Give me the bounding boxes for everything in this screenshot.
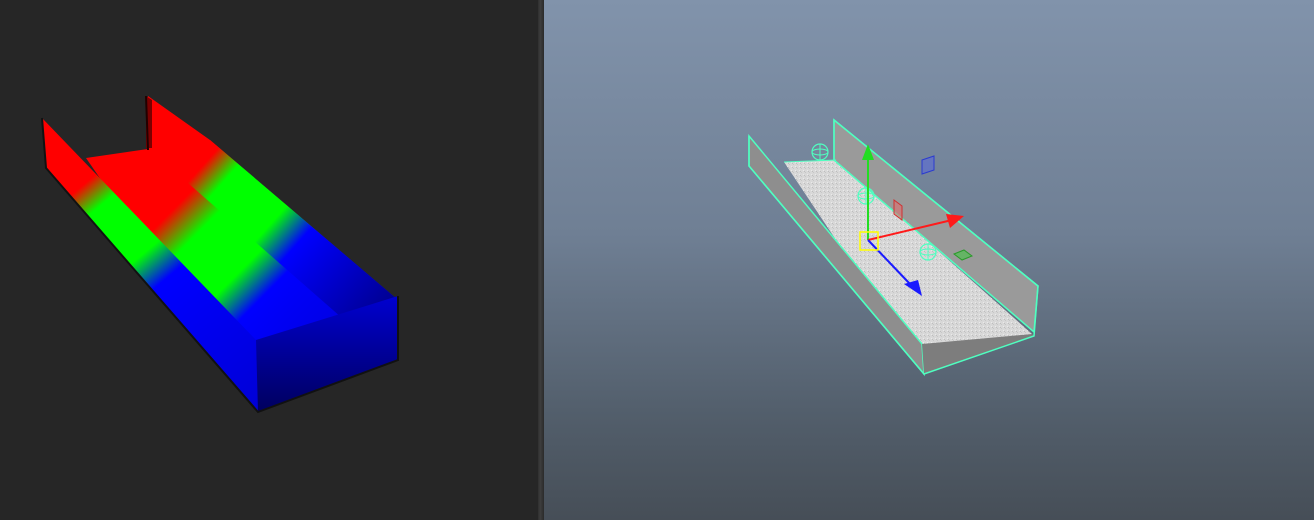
perspective-scene: [748, 118, 1039, 377]
plane-handle-icon[interactable]: [921, 155, 935, 175]
viewport-vertex-color[interactable]: [0, 0, 538, 520]
locator-icon[interactable]: [811, 143, 829, 161]
maya-workspace: [0, 0, 1314, 520]
viewport-perspective[interactable]: [544, 0, 1314, 520]
vertex-color-render: [41, 95, 399, 414]
